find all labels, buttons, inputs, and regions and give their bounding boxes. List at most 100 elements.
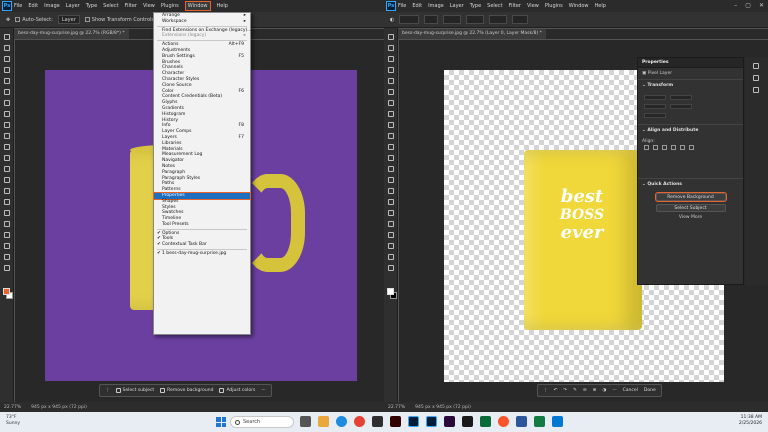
height-field[interactable] [644,104,666,109]
brush-icon[interactable]: ✎ [573,388,577,393]
brush-tool[interactable] [388,122,394,128]
zoom-tool[interactable] [388,254,394,260]
menu-file[interactable]: File [398,3,406,9]
store-icon[interactable] [372,416,383,427]
opacity-field[interactable] [443,15,462,24]
cancel-button[interactable]: Cancel [623,388,638,393]
word-icon[interactable] [516,416,527,427]
align-left-icon[interactable] [644,145,649,150]
menu-select[interactable]: Select [103,3,118,9]
redo-icon[interactable]: ↷ [563,388,567,393]
drag-handle-icon[interactable]: ⋮ [105,388,110,393]
menu-view[interactable]: View [143,3,155,9]
angle-field[interactable] [512,15,529,24]
app-icon[interactable] [462,416,473,427]
y-field[interactable] [670,104,692,109]
menu-help[interactable]: Help [217,3,228,9]
menu-window[interactable]: Window [184,1,211,11]
history-brush-tool[interactable] [4,144,10,150]
menu-edit[interactable]: Edit [28,3,38,9]
align-section-header[interactable]: ⌄ Align and Distribute [638,124,743,136]
auto-select-checkbox[interactable]: Auto-Select: [15,16,53,23]
align-middle-icon[interactable] [680,145,685,150]
edge-icon[interactable] [336,416,347,427]
select-subject-button[interactable]: Select Subject [655,204,726,212]
subtract-icon[interactable]: ⊖ [583,388,587,393]
brave-icon[interactable] [498,416,509,427]
path-select-tool[interactable] [388,221,394,227]
hand-tool[interactable] [388,243,394,249]
align-top-icon[interactable] [671,145,676,150]
foreground-color-swatch[interactable] [3,288,10,295]
eraser-tool[interactable] [388,155,394,161]
foreground-color-swatch[interactable] [387,288,394,295]
blur-tool[interactable] [388,177,394,183]
invert-icon[interactable]: ◑ [602,388,606,393]
menu-edit[interactable]: Edit [412,3,422,9]
done-button[interactable]: Done [644,388,656,393]
menu-item-contextual-task-bar[interactable]: ✔ Contextual Task Bar [154,242,250,248]
align-right-icon[interactable] [662,145,667,150]
path-select-tool[interactable] [4,221,10,227]
dodge-tool[interactable] [388,188,394,194]
spreadsheet-icon[interactable] [534,416,545,427]
width-field[interactable] [644,95,666,100]
adjustments-panel-icon[interactable] [753,75,759,81]
menu-filter[interactable]: Filter [509,3,521,9]
menu-filter[interactable]: Filter [125,3,137,9]
marquee-tool[interactable] [4,45,10,51]
add-icon[interactable]: ⊕ [593,388,597,393]
start-button-icon[interactable] [216,417,226,427]
menu-item-1-bess-day-mug-surprise-jpg[interactable]: ✔ 1 bess-day-mug-surprise.jpg [154,251,250,257]
marquee-tool[interactable] [388,45,394,51]
menu-file[interactable]: File [14,3,22,9]
menu-layer[interactable]: Layer [450,3,464,9]
premiere-icon[interactable] [444,416,455,427]
more-tools-icon[interactable] [388,265,394,271]
chrome-icon[interactable] [354,416,365,427]
show-transform-checkbox[interactable]: Show Transform Controls [84,16,154,23]
menu-layer[interactable]: Layer [66,3,80,9]
undo-icon[interactable]: ↶ [554,388,558,393]
lasso-tool[interactable] [4,56,10,62]
menu-plugins[interactable]: Plugins [161,3,179,9]
document-tab[interactable]: bess-day-mug-surprise.jpg @ 22.7% (Layer… [398,29,546,39]
photoshop-taskbar-icon[interactable] [408,416,419,427]
remove-background-button[interactable]: Remove Background [654,192,727,202]
brush-tool[interactable] [4,122,10,128]
libraries-panel-icon[interactable] [753,87,759,93]
task-view-icon[interactable] [300,416,311,427]
photoshop-taskbar-icon-2[interactable] [426,416,437,427]
menu-image[interactable]: Image [428,3,444,9]
healing-tool[interactable] [4,111,10,117]
object-select-tool[interactable] [388,67,394,73]
menu-help[interactable]: Help [595,3,606,9]
crop-tool[interactable] [388,78,394,84]
smoothing-field[interactable] [489,15,508,24]
type-tool[interactable] [388,210,394,216]
menu-view[interactable]: View [527,3,539,9]
lasso-tool[interactable] [388,56,394,62]
quick-actions-section-header[interactable]: ⌄ Quick Actions [638,178,743,190]
menu-select[interactable]: Select [487,3,502,9]
mode-select[interactable] [424,15,439,24]
blur-tool[interactable] [4,177,10,183]
menu-type[interactable]: Type [86,3,97,9]
system-tray[interactable]: 11:38 AM 2/25/2026 [739,415,762,427]
align-center-icon[interactable] [653,145,658,150]
excel-icon[interactable] [480,416,491,427]
maximize-icon[interactable]: ▢ [745,2,751,9]
select-subject-button[interactable]: Select subject [115,388,154,393]
minimize-icon[interactable]: – [734,2,737,9]
menu-image[interactable]: Image [44,3,60,9]
more-tools-icon[interactable] [4,265,10,271]
file-explorer-icon[interactable] [318,416,329,427]
type-tool[interactable] [4,210,10,216]
layers-panel-icon[interactable] [753,63,759,69]
frame-tool[interactable] [388,89,394,95]
weather-widget[interactable]: 73°F Sunny [6,415,20,427]
tool-preset-icon[interactable]: ◐ [390,17,394,23]
angle-field[interactable] [644,113,666,118]
menu-item-workspace[interactable]: Workspace ▸ [154,19,250,25]
close-icon[interactable]: ✕ [759,2,764,9]
